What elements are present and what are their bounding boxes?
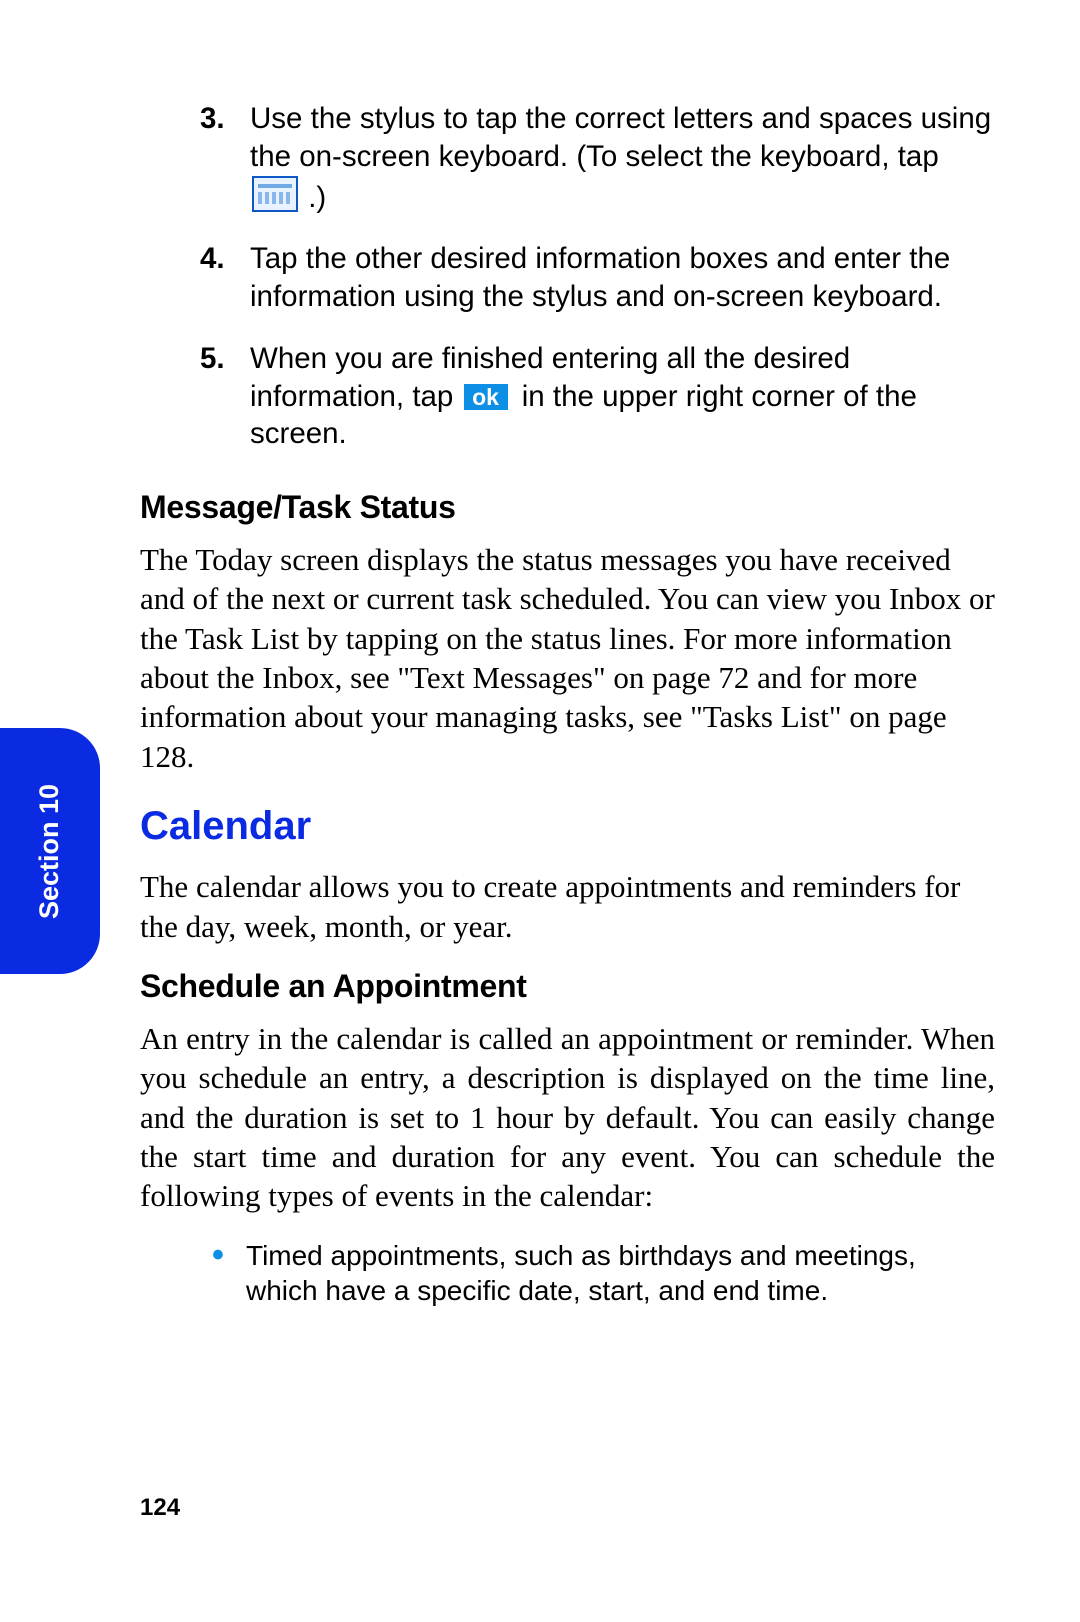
numbered-steps-list: 3. Use the stylus to tap the correct let… <box>140 100 995 453</box>
list-item: Timed appointments, such as birthdays an… <box>212 1238 995 1308</box>
calendar-intro: The calendar allows you to create appoin… <box>140 867 995 946</box>
step-text: Tap the other desired information boxes … <box>250 242 950 313</box>
step-text-after: .) <box>300 181 326 214</box>
heading-message-task-status: Message/Task Status <box>140 489 995 526</box>
step-text-before: Use the stylus to tap the correct letter… <box>250 102 991 173</box>
section-side-tab: Section 10 <box>0 728 100 974</box>
bullet-text: Timed appointments, such as birthdays an… <box>246 1240 916 1306</box>
heading-schedule-appointment: Schedule an Appointment <box>140 968 995 1005</box>
step-number: 5. <box>200 340 225 378</box>
schedule-appointment-body: An entry in the calendar is called an ap… <box>140 1019 995 1216</box>
manual-page: Section 10 3. Use the stylus to tap the … <box>0 0 1080 1622</box>
message-task-status-body: The Today screen displays the status mes… <box>140 540 995 776</box>
step-3: 3. Use the stylus to tap the correct let… <box>200 100 995 216</box>
heading-calendar: Calendar <box>140 804 995 849</box>
step-number: 4. <box>200 240 225 278</box>
step-number: 3. <box>200 100 225 138</box>
ok-icon: ok <box>464 384 508 410</box>
keyboard-icon <box>252 176 298 212</box>
event-types-list: Timed appointments, such as birthdays an… <box>140 1238 995 1308</box>
step-4: 4. Tap the other desired information box… <box>200 240 995 316</box>
section-side-tab-label: Section 10 <box>35 783 66 918</box>
step-5: 5. When you are finished entering all th… <box>200 340 995 453</box>
page-number: 124 <box>140 1494 180 1522</box>
